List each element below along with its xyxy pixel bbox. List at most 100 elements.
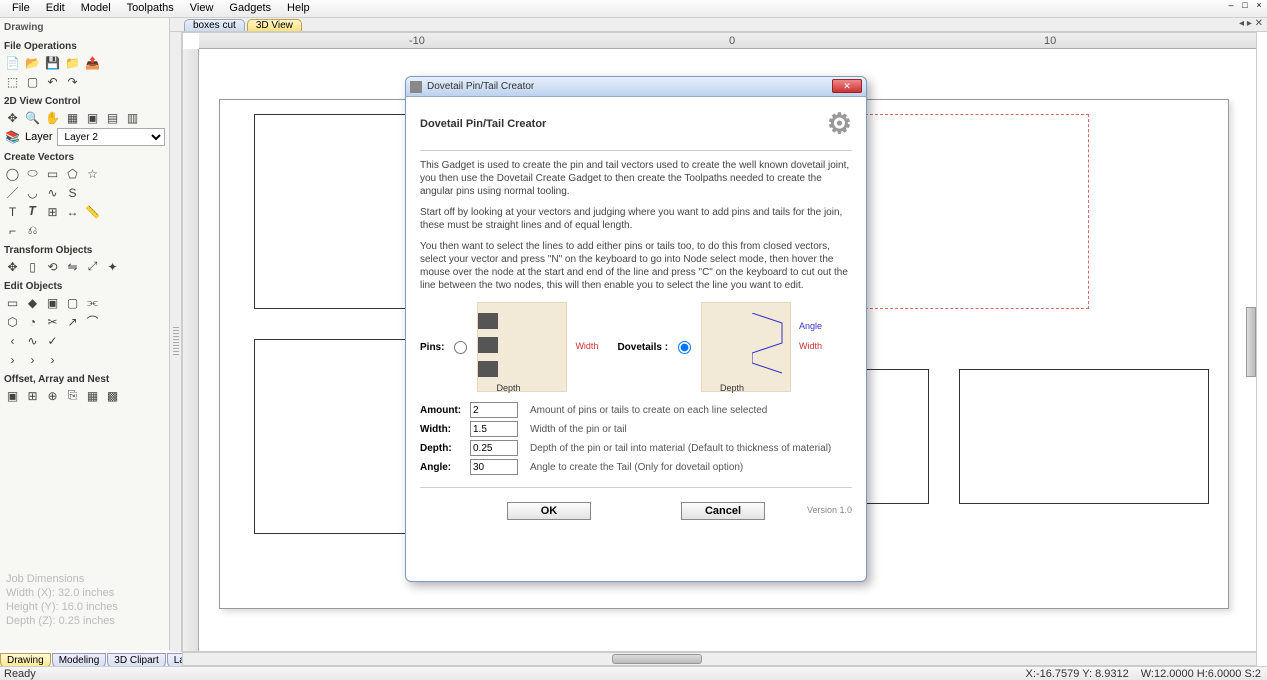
open-file-icon[interactable]: 📂 [24, 54, 41, 71]
move-icon[interactable]: ✥ [4, 258, 21, 275]
scale-icon[interactable]: ⤢ [84, 258, 101, 275]
array-copy-icon[interactable]: ⎘ [64, 387, 81, 404]
node-edit-icon[interactable]: ◆ [24, 294, 41, 311]
ungroup-icon[interactable]: ▢ [64, 294, 81, 311]
layer-icon[interactable]: 📚 [4, 129, 21, 146]
zoom-extents-icon[interactable]: ⬚ [4, 73, 21, 90]
bezier-icon[interactable]: ⎌ [24, 222, 41, 239]
guides-icon[interactable]: ▤ [104, 109, 121, 126]
dialog-heading-text: Dovetail Pin/Tail Creator [420, 118, 546, 130]
array-circular-icon[interactable]: ⊕ [44, 387, 61, 404]
offset-vector-icon[interactable]: ‹ [4, 332, 21, 349]
plate-icon[interactable]: ▩ [104, 387, 121, 404]
export-icon[interactable]: 📤 [84, 54, 101, 71]
menu-model[interactable]: Model [73, 0, 119, 17]
ellipse-icon[interactable]: ⬭ [24, 165, 41, 182]
maximize-icon[interactable]: □ [1239, 0, 1251, 10]
nest-icon[interactable]: ▦ [84, 387, 101, 404]
ok-button[interactable]: OK [507, 502, 591, 520]
scrollbar-horizontal[interactable] [182, 652, 1257, 666]
cancel-button[interactable]: Cancel [681, 502, 765, 520]
arc-icon[interactable]: ◡ [24, 184, 41, 201]
status-wh: W:12.0000 H:6.0000 S:2 [1141, 668, 1261, 680]
open-vector-icon[interactable]: › [24, 351, 41, 368]
menu-gadgets[interactable]: Gadgets [221, 0, 279, 17]
align-icon[interactable]: ▯ [24, 258, 41, 275]
import-icon[interactable]: 📁 [64, 54, 81, 71]
redo-icon[interactable]: ↷ [64, 73, 81, 90]
menu-help[interactable]: Help [279, 0, 318, 17]
spiral-icon[interactable]: S [64, 184, 81, 201]
menu-toolpaths[interactable]: Toolpaths [119, 0, 182, 17]
pan-icon[interactable]: ✋ [44, 109, 61, 126]
amount-input[interactable] [470, 402, 518, 418]
zoom-in-icon[interactable]: 🔍 [24, 109, 41, 126]
zoom-fit-icon[interactable]: ✥ [4, 109, 21, 126]
trim-icon[interactable]: ✂ [44, 313, 61, 330]
angle-input[interactable] [470, 459, 518, 475]
close-vector-icon[interactable]: › [4, 351, 21, 368]
minimize-icon[interactable]: – [1225, 0, 1237, 10]
fillet-icon[interactable]: ⌒ [84, 313, 101, 330]
splitter[interactable] [170, 32, 182, 652]
reverse-icon[interactable]: › [44, 351, 61, 368]
extend-icon[interactable]: ↗ [64, 313, 81, 330]
amount-label: Amount: [420, 405, 464, 416]
dovetails-radio[interactable] [678, 341, 691, 354]
polygon-icon[interactable]: ⬠ [64, 165, 81, 182]
zoom-selected-icon[interactable]: ▢ [24, 73, 41, 90]
menu-view[interactable]: View [182, 0, 222, 17]
trace-icon[interactable]: ⊞ [44, 203, 61, 220]
text-on-curve-icon[interactable]: 𝑻 [24, 203, 41, 220]
scrollbar-horizontal-thumb[interactable] [612, 654, 702, 664]
status-xy: X:-16.7579 Y: 8.9312 [1026, 668, 1129, 680]
rotate-icon[interactable]: ⟲ [44, 258, 61, 275]
polyline-icon[interactable]: ⌐ [4, 222, 21, 239]
close-icon[interactable]: × [1253, 0, 1265, 10]
pins-figure: Width Depth [477, 302, 567, 392]
distort-icon[interactable]: ✦ [104, 258, 121, 275]
scrollbar-vertical-thumb[interactable] [1246, 307, 1256, 377]
fig-width-label: Width [575, 341, 598, 351]
save-file-icon[interactable]: 💾 [44, 54, 61, 71]
job-dim-h: Height (Y): 16.0 inches [6, 600, 118, 614]
section-create-vectors: Create Vectors [4, 152, 165, 163]
menu-edit[interactable]: Edit [38, 0, 73, 17]
view-tab-3d[interactable]: 3D View [247, 19, 302, 31]
text-icon[interactable]: T [4, 203, 21, 220]
depth-input[interactable] [470, 440, 518, 456]
weld-icon[interactable]: ⬡ [4, 313, 21, 330]
pins-radio[interactable] [454, 341, 467, 354]
group-icon[interactable]: ▣ [44, 294, 61, 311]
snap-icon[interactable]: ▣ [84, 109, 101, 126]
menu-file[interactable]: File [4, 0, 38, 17]
dimension-icon[interactable]: ↔ [64, 203, 81, 220]
join-icon[interactable]: ⫘ [84, 294, 101, 311]
rectangle-icon[interactable]: ▭ [44, 165, 61, 182]
dialog-titlebar[interactable]: Dovetail Pin/Tail Creator ✕ [406, 77, 866, 97]
select-icon[interactable]: ▭ [4, 294, 21, 311]
undo-icon[interactable]: ↶ [44, 73, 61, 90]
vector-rect[interactable] [959, 369, 1209, 504]
view-tab-boxes[interactable]: boxes cut [184, 19, 245, 31]
depth-hint: Depth of the pin or tail into material (… [530, 443, 831, 454]
new-file-icon[interactable]: 📄 [4, 54, 21, 71]
layer-select[interactable]: Layer 2 [57, 128, 165, 146]
line-icon[interactable]: ／ [4, 184, 21, 201]
star-icon[interactable]: ☆ [84, 165, 101, 182]
circle-icon[interactable]: ◯ [4, 165, 21, 182]
mirror-icon[interactable]: ⇋ [64, 258, 81, 275]
validate-icon[interactable]: ✓ [44, 332, 61, 349]
view-tab-controls[interactable]: ◂ ▸ ✕ [1239, 18, 1263, 29]
subtract-icon[interactable]: ◔ [24, 313, 41, 330]
rulers-icon[interactable]: ▥ [124, 109, 141, 126]
width-input[interactable] [470, 421, 518, 437]
section-file-ops: File Operations [4, 41, 165, 52]
measure-icon[interactable]: 📏 [84, 203, 101, 220]
toggle-grid-icon[interactable]: ▦ [64, 109, 81, 126]
curve-fit-icon[interactable]: ∿ [24, 332, 41, 349]
dialog-close-button[interactable]: ✕ [832, 79, 862, 93]
array-linear-icon[interactable]: ⊞ [24, 387, 41, 404]
curve-icon[interactable]: ∿ [44, 184, 61, 201]
offset-icon[interactable]: ▣ [4, 387, 21, 404]
